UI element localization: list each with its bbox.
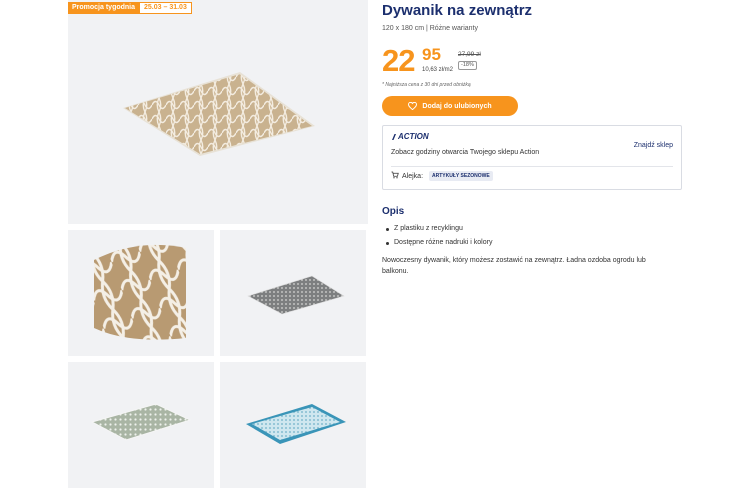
promo-badge: Promocja tygodnia 25.03 – 31.03 [68, 2, 192, 14]
rug-closeup-image [94, 244, 186, 340]
find-store-link[interactable]: Znajdź sklep [634, 142, 673, 149]
main-product-image[interactable]: Promocja tygodnia 25.03 – 31.03 [68, 0, 368, 224]
old-price: 27,99 zł [458, 51, 481, 58]
price-integer: 22 [382, 43, 415, 78]
rug-green-image [90, 403, 192, 441]
rug-blue-image [246, 404, 346, 444]
thumbnail-3[interactable] [68, 362, 214, 488]
product-subtitle: 120 x 180 cm | Różne warianty [382, 25, 478, 32]
price-decimal: 95 [422, 45, 441, 64]
aisle-label: Alejka: [402, 172, 424, 180]
action-logo-icon: ACTION [391, 132, 429, 141]
cart-icon [391, 171, 399, 181]
discount-badge: -18% [458, 61, 477, 70]
description-text: Nowoczesny dywanik, który możesz zostawi… [382, 257, 646, 275]
promo-label: Promocja tygodnia [68, 2, 140, 14]
store-hours-link[interactable]: Zobacz godziny otwarcia Twojego sklepu A… [391, 149, 539, 156]
thumbnail-4[interactable] [220, 362, 366, 488]
store-info-box: ACTION Zobacz godziny otwarcia Twojego s… [382, 125, 682, 190]
description-bullets: Z plastiku z recyklingu Dostępne różne n… [386, 222, 492, 250]
add-to-favorites-label: Dodaj do ulubionych [422, 102, 492, 110]
list-item: Z plastiku z recyklingu [386, 222, 492, 236]
aisle-info: Alejka: ARTYKUŁY SEZONOWE [391, 171, 493, 181]
product-title: Dywanik na zewnątrz [382, 2, 533, 19]
unit-price: 10,63 zł/m2 [422, 67, 454, 73]
rug-grey-image [247, 275, 345, 315]
aisle-badge: ARTYKUŁY SEZONOWE [429, 171, 493, 181]
action-logo-text: ACTION [398, 132, 429, 141]
product-gallery: Promocja tygodnia 25.03 – 31.03 [68, 0, 368, 494]
rug-image-beige [123, 72, 315, 156]
description-heading: Opis [382, 206, 405, 217]
heart-icon [408, 102, 418, 110]
thumbnail-1[interactable] [68, 230, 214, 356]
lowest-price-note: * Najniższa cena z 30 dni przed obniżką [382, 82, 471, 88]
promo-dates: 25.03 – 31.03 [139, 2, 192, 14]
list-item: Dostępne różne nadruki i kolory [386, 236, 492, 250]
store-divider [391, 166, 673, 167]
thumbnail-2[interactable] [220, 230, 366, 356]
add-to-favorites-button[interactable]: Dodaj do ulubionych [382, 96, 518, 116]
